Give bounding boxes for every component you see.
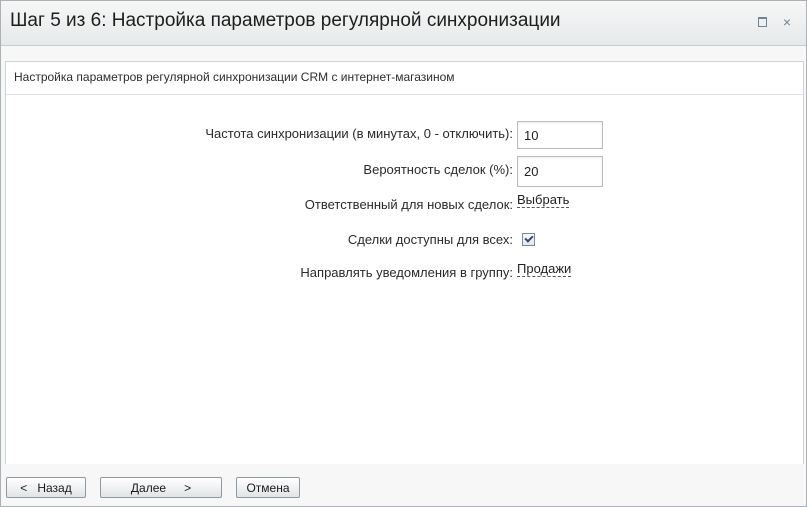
deals-public-label: Сделки доступны для всех: (347, 232, 513, 247)
deal-probability-input[interactable] (517, 156, 603, 187)
cancel-button-label: Отмена (246, 480, 290, 495)
close-icon[interactable]: × (778, 13, 796, 31)
wizard-dialog: Шаг 5 из 6: Настройка параметров регуляр… (0, 0, 807, 507)
next-arrow-icon: > (184, 480, 192, 495)
maximize-icon[interactable] (753, 13, 771, 31)
notify-group-label: Направлять уведомления в группу: (300, 265, 513, 280)
settings-panel: Настройка параметров регулярной синхрони… (5, 61, 804, 465)
deals-public-checkbox[interactable] (522, 233, 535, 246)
dialog-titlebar[interactable]: Шаг 5 из 6: Настройка параметров регуляр… (1, 1, 806, 46)
sync-frequency-label: Частота синхронизации (в минутах, 0 - от… (205, 126, 513, 141)
deal-probability-label: Вероятность сделок (%): (363, 162, 513, 177)
back-arrow-icon: < (20, 480, 28, 495)
check-icon (523, 233, 534, 243)
section-header-text: Настройка параметров регулярной синхрони… (14, 70, 455, 84)
next-button[interactable]: Далее > (100, 477, 222, 498)
section-header: Настройка параметров регулярной синхрони… (6, 62, 803, 95)
select-responsible-link[interactable]: Выбрать (517, 193, 570, 208)
maximize-glyph (757, 17, 767, 27)
back-button-label: Назад (37, 480, 72, 495)
dialog-title: Шаг 5 из 6: Настройка параметров регуляр… (10, 10, 561, 31)
responsible-label: Ответственный для новых сделок: (304, 197, 513, 212)
sync-frequency-input[interactable] (517, 121, 603, 149)
cancel-button[interactable]: Отмена (236, 477, 300, 498)
next-button-label: Далее (130, 480, 167, 495)
dialog-footer: < Назад Далее > Отмена (1, 464, 806, 506)
close-glyph: × (782, 14, 792, 30)
back-button[interactable]: < Назад (6, 477, 86, 498)
notify-group-link[interactable]: Продажи (517, 262, 572, 277)
